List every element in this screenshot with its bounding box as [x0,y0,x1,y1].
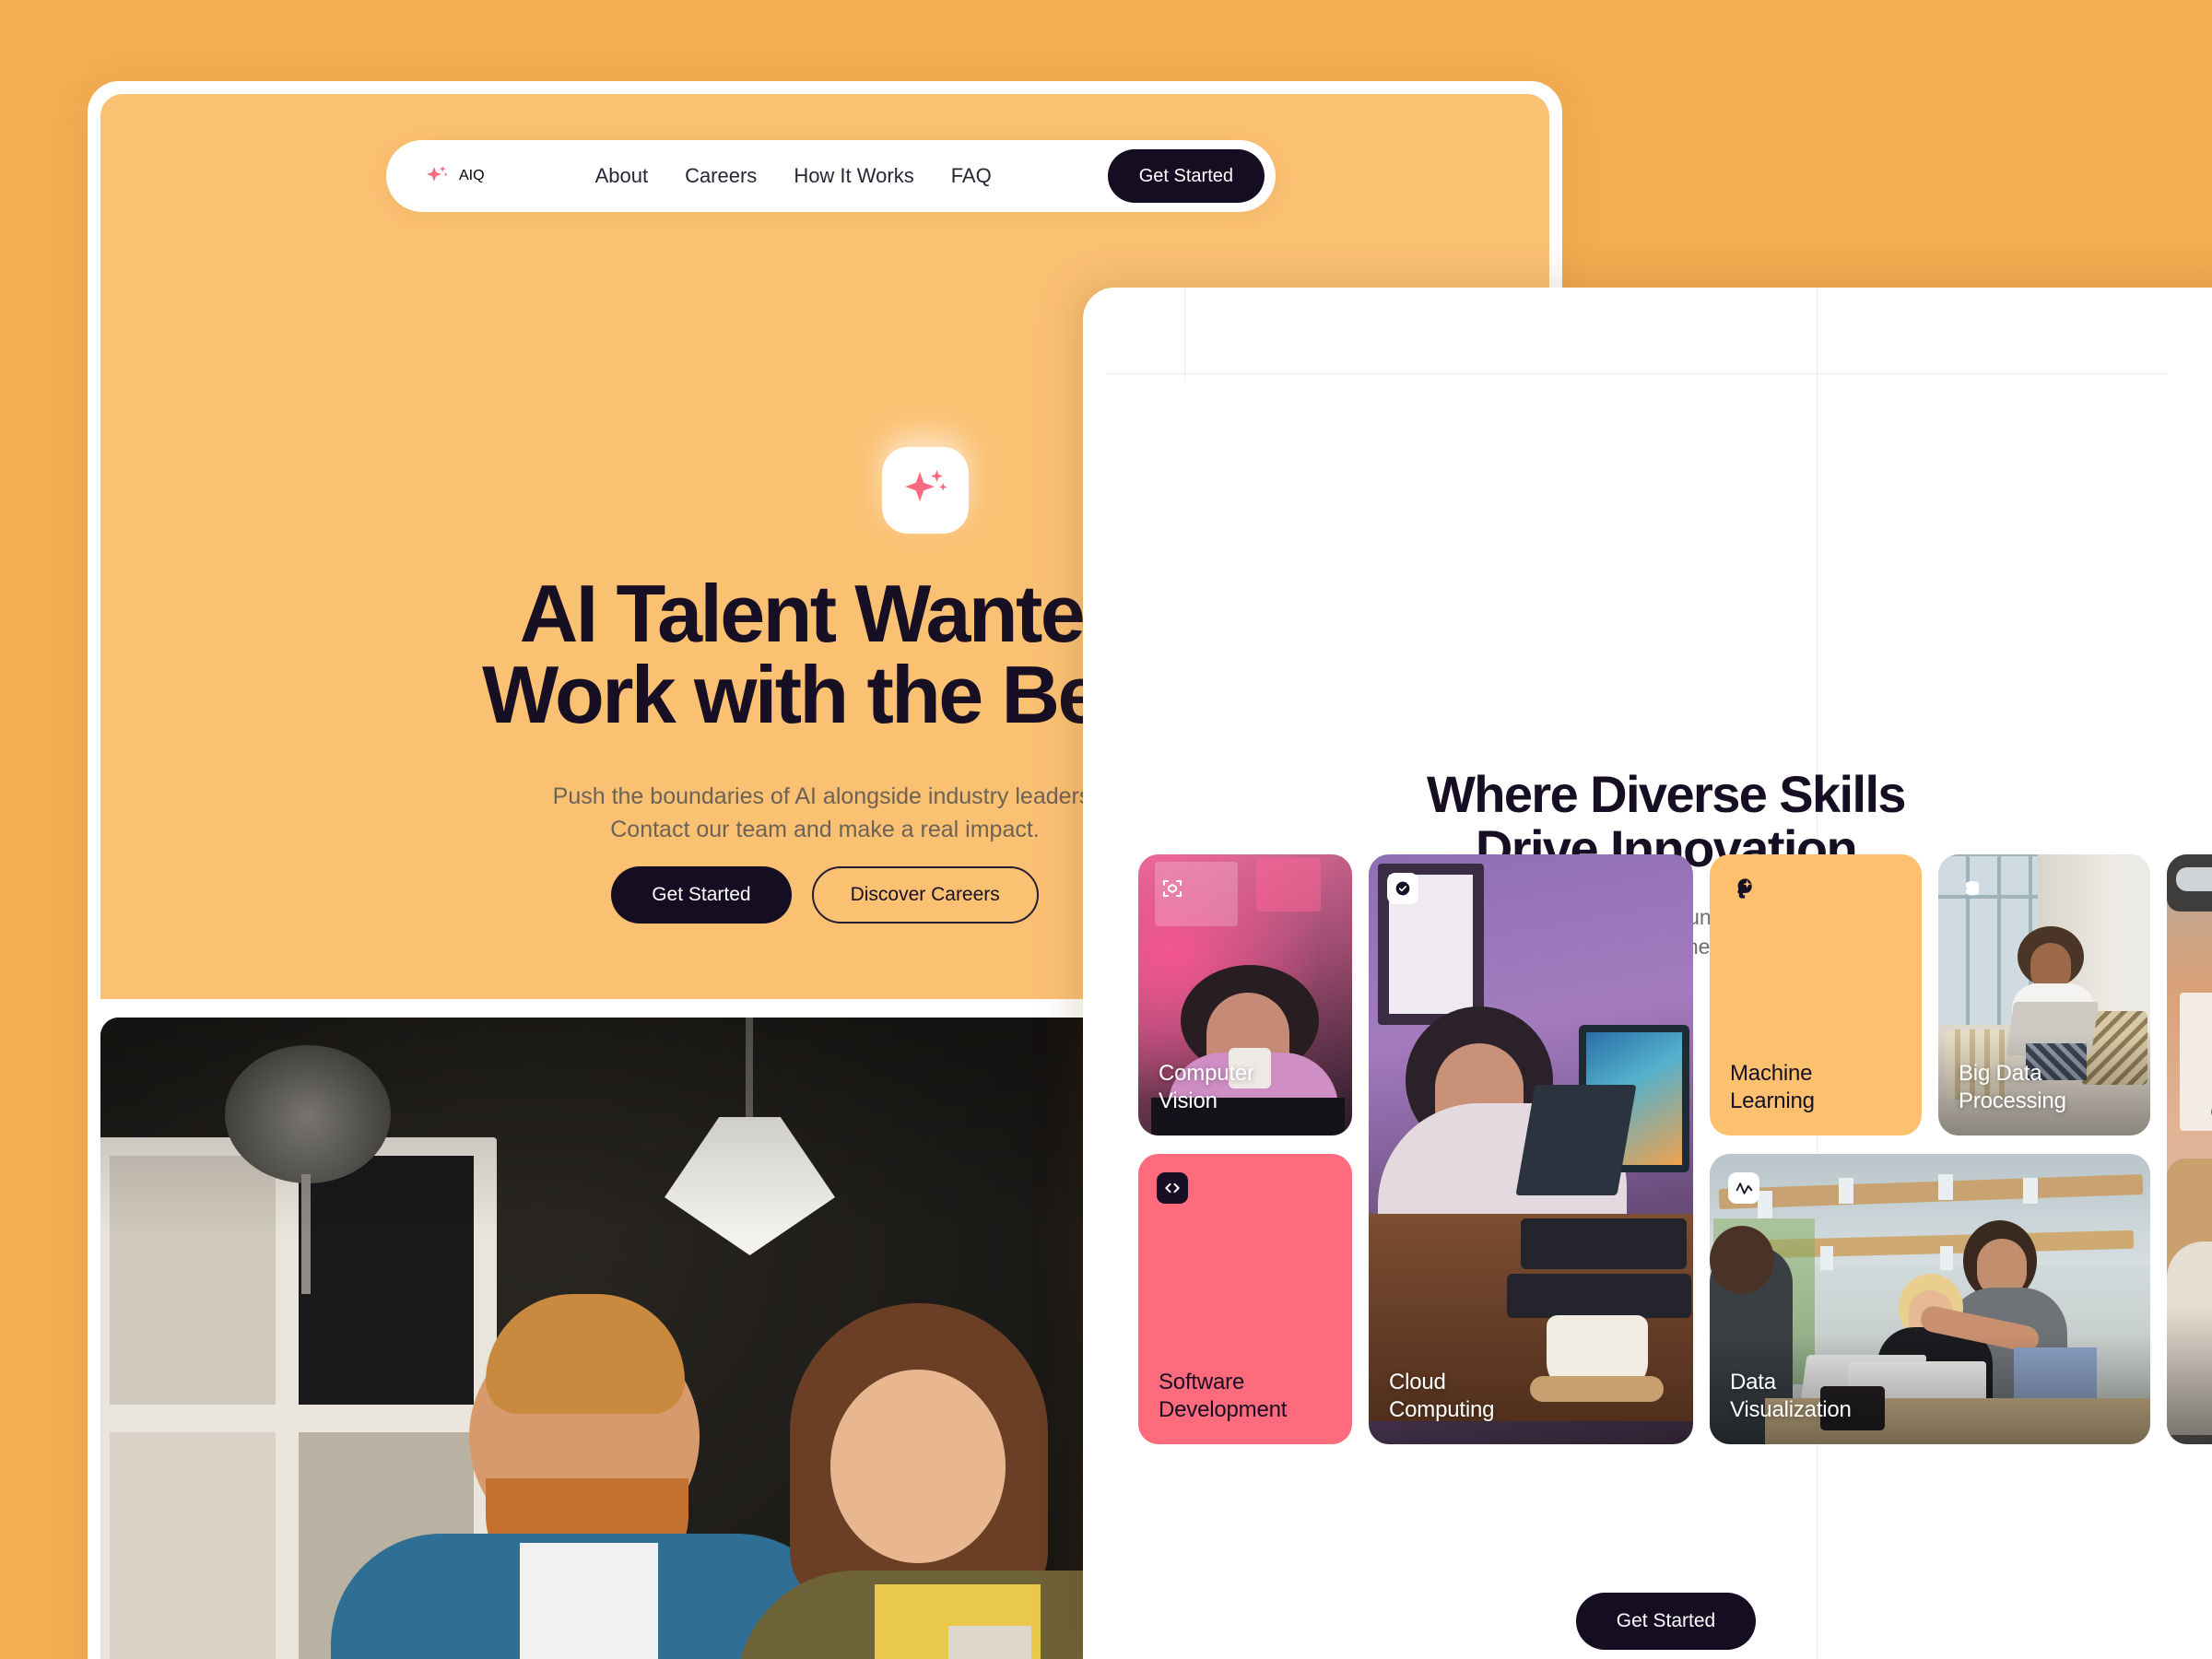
nav-item-how-it-works[interactable]: How It Works [794,164,913,188]
card-label: Computer Vision [1159,1061,1254,1113]
nav-item-careers[interactable]: Careers [685,164,757,188]
scan-cube-icon [1157,873,1188,904]
sparkle-icon [425,164,449,188]
skills-card-grid: Computer Vision Software Development Clo… [1138,854,2212,1444]
nav-item-about[interactable]: About [595,164,649,188]
right-browser-window: Where Diverse Skills Drive Innovation At… [1083,288,2212,1659]
skill-card-machine-learning[interactable]: Machine Learning [1710,854,1922,1135]
hero-discover-careers-button[interactable]: Discover Careers [811,866,1039,924]
card-label: Big Data Processing [1959,1061,2066,1113]
brand-logo[interactable]: AIQ [425,164,485,188]
skill-card-optimization-techniques[interactable]: Op Tec [2167,854,2212,1444]
decor-gridline-vertical-1 [1184,288,1185,380]
card-image [1369,854,1693,1444]
card-label: Data Visualization [1730,1370,1852,1422]
card-label: Machine Learning [1730,1061,1815,1113]
skill-card-cloud-computing[interactable]: Cloud Computing [1369,854,1693,1444]
skill-card-data-visualization[interactable]: Data Visualization [1710,1154,2150,1444]
check-cloud-icon [1387,873,1418,904]
hero-sparkle-badge [882,447,969,534]
skill-card-computer-vision[interactable]: Computer Vision [1138,854,1352,1135]
database-icon [1957,873,1988,904]
activity-icon [1728,1172,1759,1204]
hero-get-started-button[interactable]: Get Started [611,866,792,924]
navbar-get-started-button[interactable]: Get Started [1107,149,1265,203]
nav-item-faq[interactable]: FAQ [951,164,992,188]
skill-card-big-data-processing[interactable]: Big Data Processing [1938,854,2150,1135]
sparkle-icon [901,465,949,517]
card-label: Software Development [1159,1370,1288,1422]
section-get-started-button[interactable]: Get Started [1575,1593,1757,1650]
code-icon [1157,1172,1188,1204]
section-cta-row: Get Started [1083,1593,2212,1650]
decor-gridline-horizontal-1 [1106,373,2166,374]
skill-card-software-development[interactable]: Software Development [1138,1154,1352,1444]
navbar: AIQ About Careers How It Works FAQ Get S… [386,140,1276,212]
nav-links: About Careers How It Works FAQ [595,164,992,188]
ai-head-icon [1728,873,1759,904]
brand-name: AIQ [459,168,485,183]
card-image [2167,854,2212,1444]
card-label: Cloud Computing [1389,1370,1495,1422]
